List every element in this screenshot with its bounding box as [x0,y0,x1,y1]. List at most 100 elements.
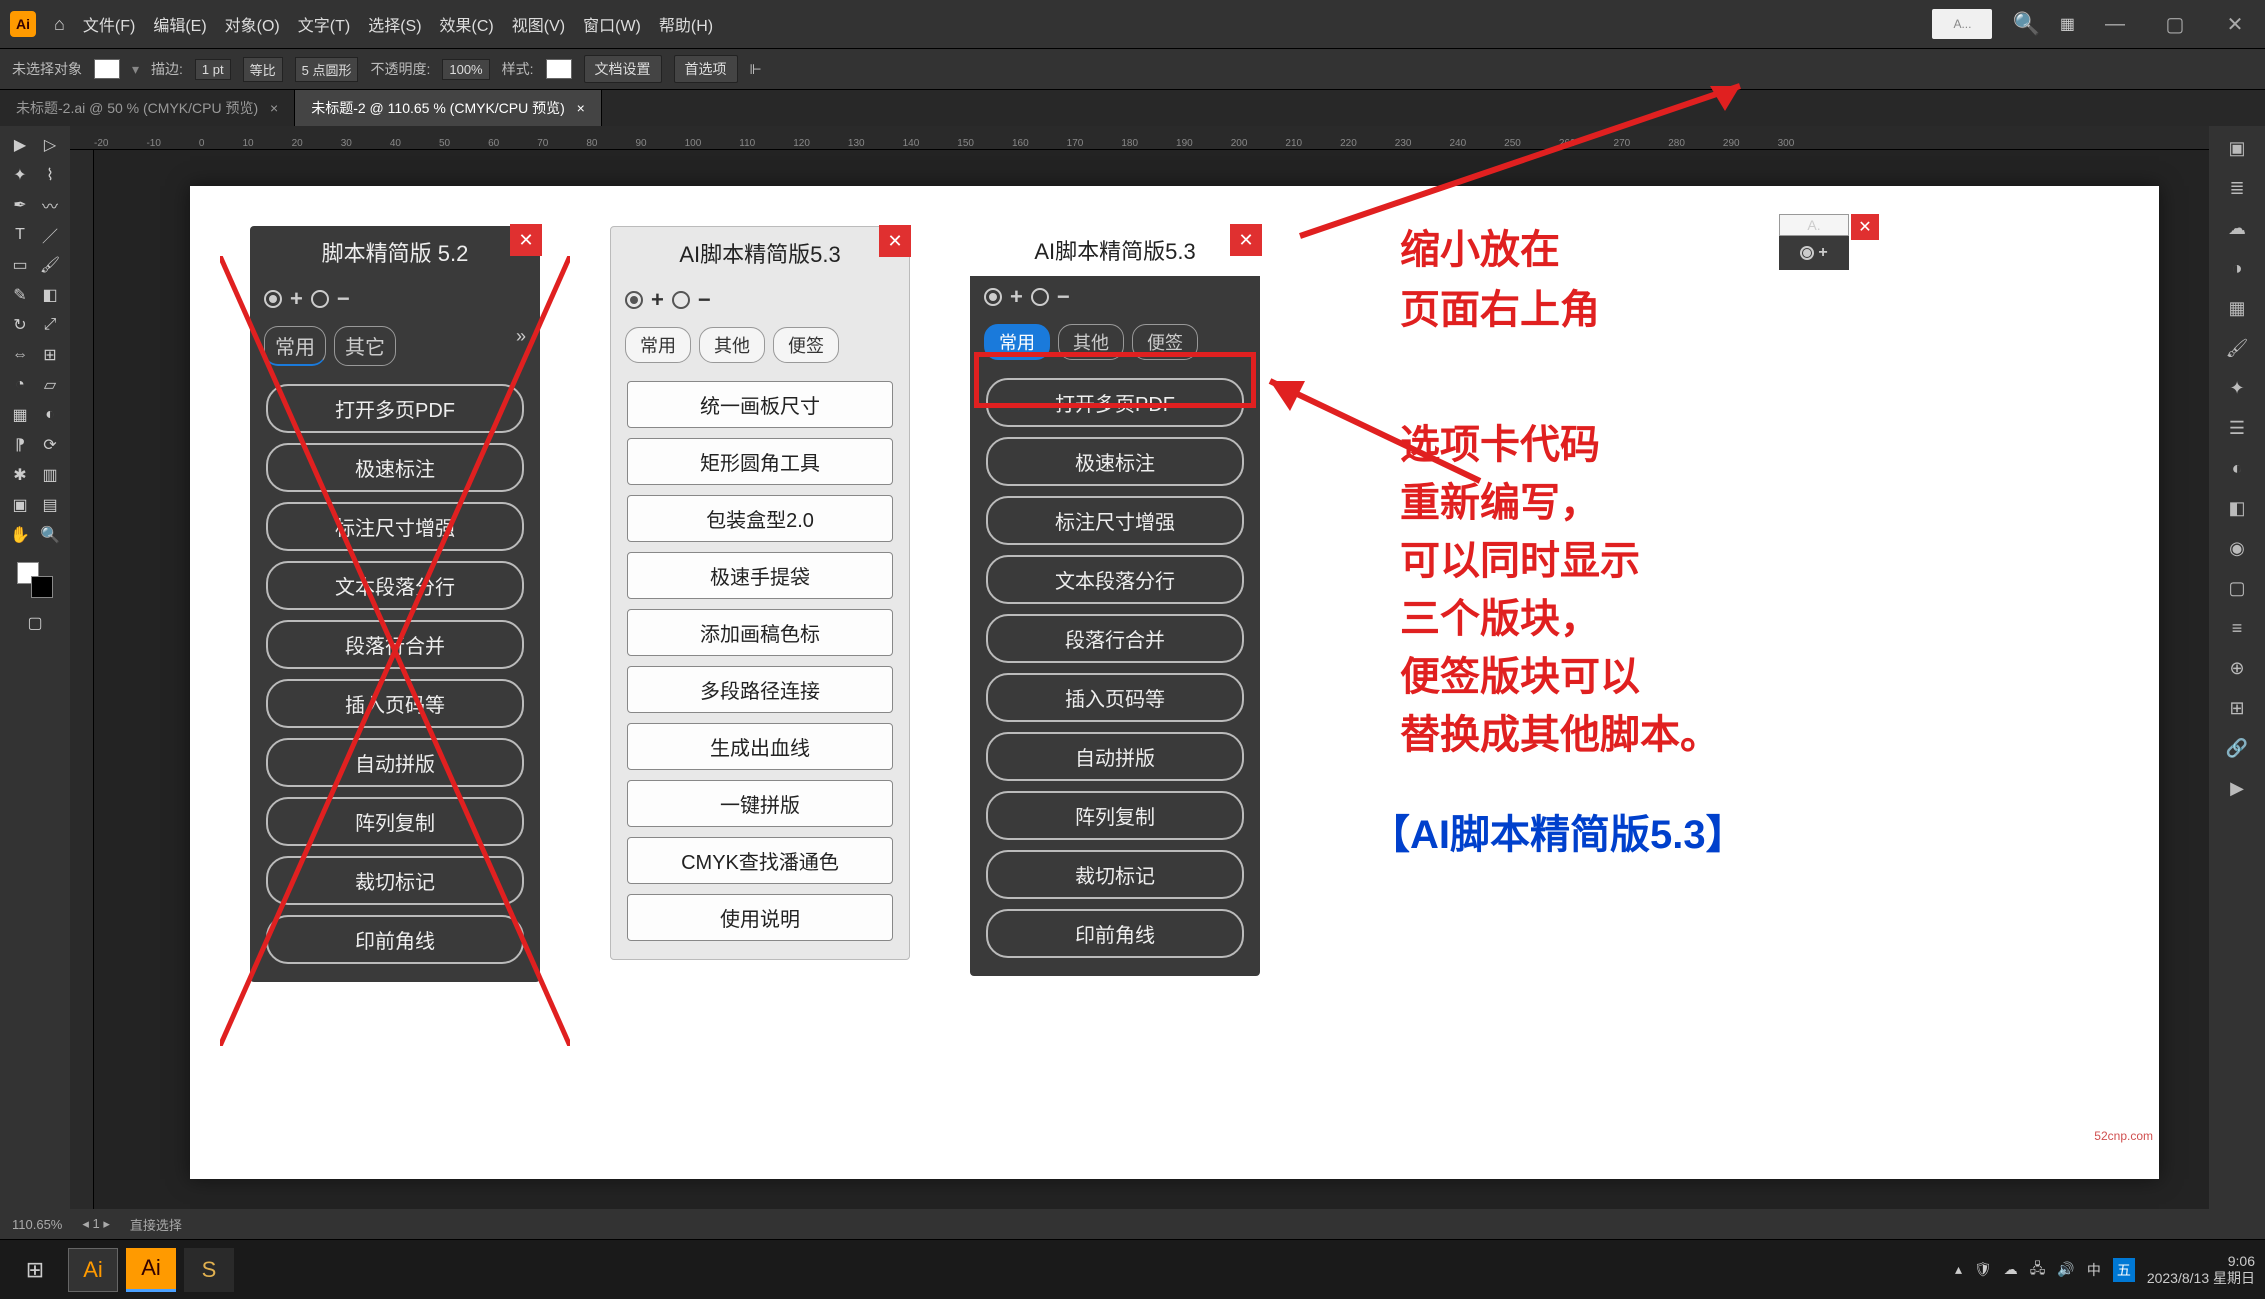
gradient-icon[interactable]: ◐ [2219,452,2255,484]
panel-52-btn-2[interactable]: 标注尺寸增强 [266,502,524,551]
symbols-icon[interactable]: ✦ [2219,372,2255,404]
align-icon[interactable]: ⊩ [750,61,762,78]
panel-53d-btn-7[interactable]: 阵列复制 [986,791,1244,840]
arrange-icon[interactable]: ▦ [2060,14,2075,34]
mesh-tool[interactable]: ▦ [6,402,34,428]
panel-52-btn-7[interactable]: 阵列复制 [266,797,524,846]
width-tool[interactable]: ⇔ [6,342,34,368]
graphic-styles-icon[interactable]: ▢ [2219,572,2255,604]
slice-tool[interactable]: ▤ [36,492,64,518]
style-swatch[interactable] [546,59,572,79]
zoom-tool[interactable]: 🔍 [36,522,64,548]
panel-53l-btn-2[interactable]: 包装盒型2.0 [627,495,893,542]
actions-icon[interactable]: ▶ [2219,772,2255,804]
layers-icon[interactable]: ≣ [2219,172,2255,204]
close-button[interactable]: ✕ [2215,12,2255,37]
tray-input-icon[interactable]: 五 [2113,1258,2135,1282]
lasso-tool[interactable]: ⌇ [36,162,64,188]
uniform-dropdown[interactable]: 等比 [243,57,283,82]
panel-53d-btn-6[interactable]: 自动拼版 [986,732,1244,781]
stroke-icon[interactable]: ☰ [2219,412,2255,444]
panel-53l-btn-6[interactable]: 生成出血线 [627,723,893,770]
panel-52-btn-9[interactable]: 印前角线 [266,915,524,964]
panel-53l-tab-2[interactable]: 其他 [699,327,765,363]
panel-53d-plus[interactable]: + [1010,284,1023,310]
libraries-icon[interactable]: ☁ [2219,212,2255,244]
panel-53d-btn-3[interactable]: 文本段落分行 [986,555,1244,604]
search-icon[interactable]: 🔍 [2012,11,2039,37]
scale-tool[interactable]: ⤢ [36,312,64,338]
panel-52-btn-4[interactable]: 段落行合并 [266,620,524,669]
menu-object[interactable]: 对象(O) [225,12,280,36]
transparency-icon[interactable]: ◧ [2219,492,2255,524]
panel-53d-btn-4[interactable]: 段落行合并 [986,614,1244,663]
gradient-tool[interactable]: ◐ [36,402,64,428]
rectangle-tool[interactable]: ▭ [6,252,34,278]
properties-icon[interactable]: ▣ [2219,132,2255,164]
eraser-tool[interactable]: ◧ [36,282,64,308]
panel-52-tab-1[interactable]: 常用 [264,326,326,366]
symbol-sprayer-tool[interactable]: ✱ [6,462,34,488]
shaper-tool[interactable]: ✎ [6,282,34,308]
panel-mini-plus[interactable]: + [1818,244,1827,262]
tab-doc1[interactable]: 未标题-2.ai @ 50 % (CMYK/CPU 预览) × [0,90,295,126]
panel-52-btn-8[interactable]: 裁切标记 [266,856,524,905]
line-tool[interactable]: ／ [36,222,64,248]
panel-52-btn-6[interactable]: 自动拼版 [266,738,524,787]
brush-dropdown[interactable]: 5 点圆形 [295,57,359,82]
panel-53l-btn-0[interactable]: 统一画板尺寸 [627,381,893,428]
panel-52-tab-2[interactable]: 其它 [334,326,396,366]
transform-icon[interactable]: ⊞ [2219,692,2255,724]
menu-effect[interactable]: 效果(C) [440,12,494,36]
zoom-level[interactable]: 110.65% [12,1217,62,1232]
stroke-value[interactable]: 1 pt [195,59,231,80]
taskbar-clock[interactable]: 9:06 2023/8/13 星期日 [2147,1253,2255,1287]
panel-53d-radio-on[interactable] [984,288,1002,306]
curvature-tool[interactable]: 〰 [36,192,64,218]
color-swatches[interactable] [17,562,53,598]
menu-edit[interactable]: 编辑(E) [153,12,206,36]
artboard-tool[interactable]: ▣ [6,492,34,518]
minimize-button[interactable]: — [2095,13,2135,36]
free-transform-tool[interactable]: ⊞ [36,342,64,368]
rotate-tool[interactable]: ↻ [6,312,34,338]
panel-53l-radio-off[interactable] [672,291,690,309]
fill-swatch[interactable] [94,59,120,79]
selection-tool[interactable]: ▶ [6,132,34,158]
docsetup-button[interactable]: 文档设置 [584,55,662,83]
prefs-button[interactable]: 首选项 [674,55,738,83]
panel-53d-radio-off[interactable] [1031,288,1049,306]
tray-volume-icon[interactable]: 🔊 [2057,1261,2074,1278]
type-tool[interactable]: T [6,222,34,248]
menu-help[interactable]: 帮助(H) [659,12,713,36]
brushes-icon[interactable]: 🖌 [2219,332,2255,364]
menu-select[interactable]: 选择(S) [368,12,421,36]
panel-52-more-icon[interactable]: » [516,326,526,366]
brush-tool[interactable]: 🖌 [36,252,64,278]
panel-53d-btn-2[interactable]: 标注尺寸增强 [986,496,1244,545]
magic-wand-tool[interactable]: ✦ [6,162,34,188]
panel-53d-btn-8[interactable]: 裁切标记 [986,850,1244,899]
tab-doc2[interactable]: 未标题-2 @ 110.65 % (CMYK/CPU 预览) × [295,90,602,126]
start-button[interactable]: ⊞ [10,1248,60,1292]
align-icon[interactable]: ≡ [2219,612,2255,644]
menu-view[interactable]: 视图(V) [512,12,565,36]
links-icon[interactable]: 🔗 [2219,732,2255,764]
pathfinder-icon[interactable]: ⊕ [2219,652,2255,684]
panel-52-minus[interactable]: − [337,286,350,312]
search-input[interactable]: A... [1932,9,1992,39]
panel-53l-radio-on[interactable] [625,291,643,309]
panel-53l-btn-7[interactable]: 一键拼版 [627,780,893,827]
tray-shield-icon[interactable]: 🛡 [1974,1261,1992,1278]
tray-ime-icon[interactable]: 中 [2087,1260,2101,1280]
panel-53l-tab-3[interactable]: 便签 [773,327,839,363]
panel-53d-close[interactable]: ✕ [1230,224,1262,256]
panel-53l-btn-1[interactable]: 矩形圆角工具 [627,438,893,485]
pen-tool[interactable]: ✒ [6,192,34,218]
tray-onedrive-icon[interactable]: ☁ [2004,1261,2018,1278]
panel-53l-close[interactable]: ✕ [879,225,911,257]
menu-file[interactable]: 文件(F) [83,12,135,36]
panel-53d-btn-5[interactable]: 插入页码等 [986,673,1244,722]
panel-52-btn-0[interactable]: 打开多页PDF [266,384,524,433]
panel-52-plus[interactable]: + [290,286,303,312]
